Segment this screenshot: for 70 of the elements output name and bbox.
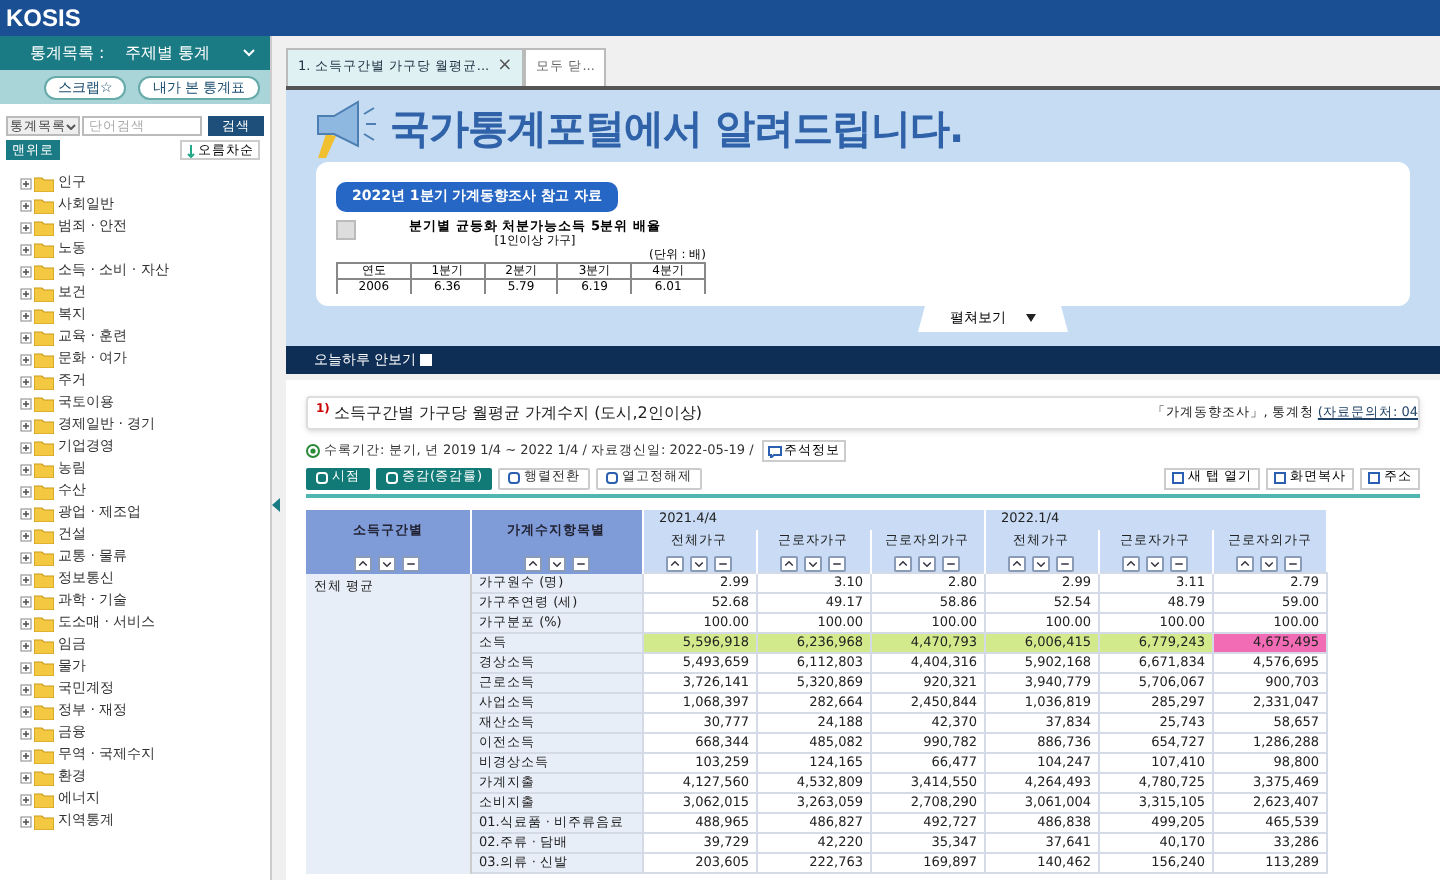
sort-up-icon[interactable] xyxy=(780,555,798,571)
sort-up-icon[interactable] xyxy=(1122,555,1141,571)
expand-icon[interactable] xyxy=(20,727,32,739)
expand-icon[interactable] xyxy=(20,815,32,827)
sort-down-icon[interactable] xyxy=(804,555,822,571)
close-tab-button[interactable]: × xyxy=(497,54,513,82)
expand-icon[interactable] xyxy=(20,441,32,453)
sort-up-icon[interactable] xyxy=(354,555,373,572)
expand-icon[interactable] xyxy=(20,573,32,585)
sort-down-icon[interactable] xyxy=(918,555,936,571)
expand-icon[interactable] xyxy=(20,705,32,717)
expand-icon[interactable] xyxy=(20,595,32,607)
expand-icon[interactable] xyxy=(20,265,32,277)
sort-down-icon[interactable] xyxy=(1260,555,1279,571)
chevron-down-icon xyxy=(66,123,77,129)
window-icon xyxy=(1368,472,1380,484)
expand-icon[interactable] xyxy=(20,419,32,431)
filter-icon[interactable] xyxy=(571,555,589,572)
sort-down-icon[interactable] xyxy=(1032,555,1051,571)
expand-icon[interactable] xyxy=(20,529,32,541)
filter-icon[interactable] xyxy=(402,555,421,572)
sort-up-icon[interactable] xyxy=(523,555,541,572)
logo[interactable]: KOSIS xyxy=(6,0,81,36)
expand-icon[interactable] xyxy=(20,507,32,519)
expand-icon[interactable] xyxy=(20,397,32,409)
expand-icon[interactable] xyxy=(20,661,32,673)
radio-dot-icon xyxy=(306,444,320,458)
sort-down-icon[interactable] xyxy=(1146,555,1165,571)
expand-icon[interactable] xyxy=(20,463,32,475)
table-title: 소득구간별 가구당 월평균 가계수지 (도시,2인이상) xyxy=(333,401,702,425)
expand-icon[interactable] xyxy=(20,683,32,695)
window-icon xyxy=(1274,472,1286,484)
expand-icon[interactable] xyxy=(20,199,32,211)
filter-icon[interactable] xyxy=(828,555,846,571)
banner-heading: 국가통계포털에서 알려드립니다. xyxy=(390,102,964,156)
window-icon xyxy=(1171,472,1184,484)
sort-down-icon[interactable] xyxy=(690,555,708,571)
expand-icon[interactable] xyxy=(20,243,32,255)
sort-up-icon[interactable] xyxy=(666,555,684,571)
expand-icon[interactable] xyxy=(20,617,32,629)
expand-icon[interactable] xyxy=(20,287,32,299)
sort-down-icon[interactable] xyxy=(378,555,397,572)
expand-icon[interactable] xyxy=(20,309,32,321)
filter-icon[interactable] xyxy=(942,555,960,571)
expand-icon[interactable] xyxy=(20,551,32,563)
expand-icon[interactable] xyxy=(20,485,32,497)
filter-icon[interactable] xyxy=(1284,555,1303,571)
filter-icon[interactable] xyxy=(1170,555,1189,571)
expand-icon[interactable] xyxy=(20,749,32,761)
sort-up-icon[interactable] xyxy=(1008,555,1027,571)
filter-icon[interactable] xyxy=(1056,555,1075,571)
expand-icon[interactable] xyxy=(20,639,32,651)
sort-down-icon[interactable] xyxy=(547,555,565,572)
category-dropdown[interactable]: 통계목록 : 주제별 통계 xyxy=(0,36,270,70)
document-icon xyxy=(336,219,356,239)
comment-icon xyxy=(767,445,782,457)
expand-icon[interactable] xyxy=(20,771,32,783)
sort-up-icon[interactable] xyxy=(1236,555,1255,571)
expand-icon[interactable] xyxy=(20,331,32,343)
chevron-down-icon xyxy=(241,48,256,58)
caret-down-icon xyxy=(1026,314,1036,322)
expand-icon[interactable] xyxy=(20,793,32,805)
sort-icon xyxy=(186,143,196,157)
expand-icon[interactable] xyxy=(20,221,32,233)
hide-today-checkbox[interactable] xyxy=(420,354,433,366)
filter-icon[interactable] xyxy=(714,555,732,571)
expand-icon[interactable] xyxy=(20,353,32,365)
expand-icon[interactable] xyxy=(20,177,32,189)
expand-icon[interactable] xyxy=(20,375,32,387)
sort-up-icon[interactable] xyxy=(894,555,912,571)
